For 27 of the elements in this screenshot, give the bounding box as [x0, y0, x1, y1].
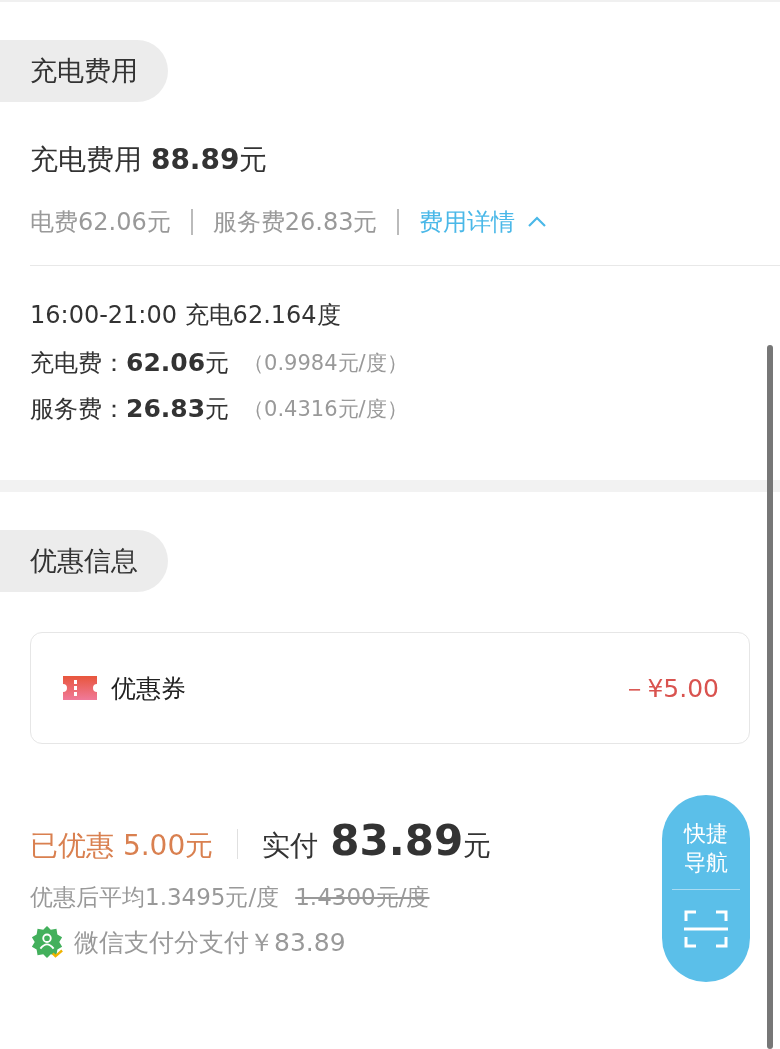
unit-price: （0.4316元/度） [243, 396, 408, 423]
charge-period: 16:00-21:00 充电62.164度 [30, 300, 342, 331]
discount-total: 已优惠 5.00元 [30, 828, 214, 864]
average-price: 优惠后平均1.3495元/度 [30, 883, 280, 912]
badge-icon [30, 925, 64, 959]
section-header: 优惠信息 [0, 530, 168, 592]
scrollbar[interactable] [767, 345, 773, 1049]
ticket-icon [63, 676, 97, 700]
scan-icon [683, 908, 729, 950]
section-header: 充电费用 [0, 40, 168, 102]
coupon-label: 优惠券 [111, 672, 186, 705]
fee-line: 充电费：62.06元 [30, 347, 230, 379]
original-price: 1.4300元/度 [295, 883, 430, 912]
coupon-card[interactable]: 优惠券 －¥5.00 [30, 632, 750, 744]
fee-total: 充电费用 88.89元 [30, 142, 269, 178]
paid-label: 实付 [262, 828, 319, 864]
fee-item: 服务费26.83元 [212, 207, 378, 238]
paid-unit: 元 [463, 828, 492, 864]
fee-item: 电费62.06元 [30, 207, 171, 238]
payment-method: 微信支付分支付￥83.89 [74, 926, 346, 959]
fee-details-link[interactable]: 费用详情 [419, 206, 548, 238]
chevron-icon [527, 216, 548, 228]
unit-price: （0.9984元/度） [243, 350, 408, 377]
paid-amount: 83.89 [330, 816, 464, 865]
quick-nav-button[interactable]: 快捷导航 [662, 795, 750, 982]
coupon-amount: －¥5.00 [622, 672, 719, 705]
fee-line: 服务费：26.83元 [30, 393, 230, 425]
